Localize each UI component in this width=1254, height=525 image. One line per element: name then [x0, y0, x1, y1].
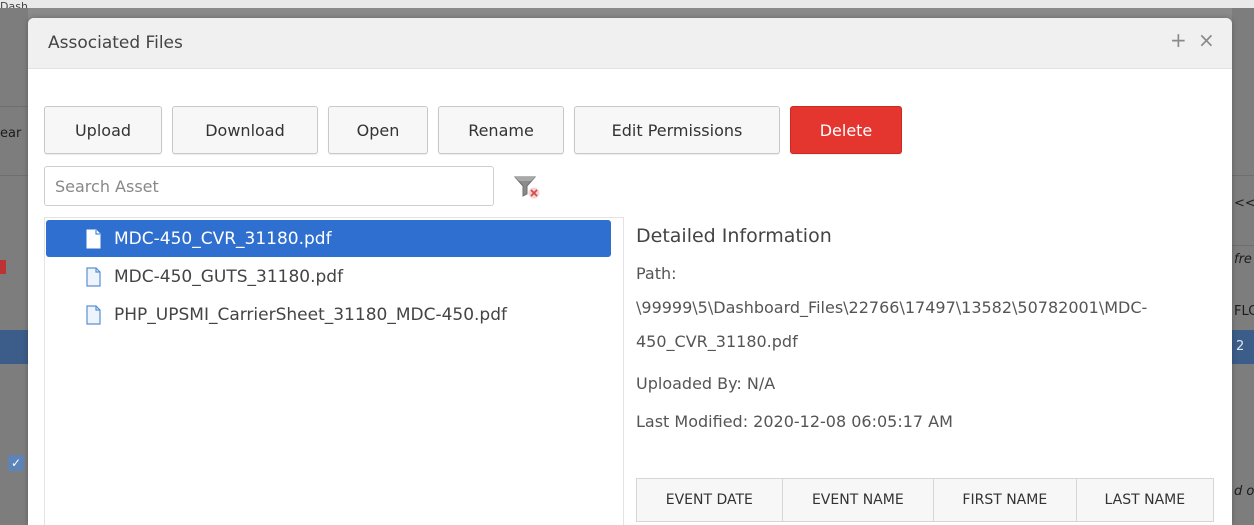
file-list-item[interactable]: PHP_UPSMI_CarrierSheet_31180_MDC-450.pdf: [46, 296, 611, 333]
delete-button[interactable]: Delete: [790, 106, 902, 154]
background-divider: [1232, 245, 1254, 246]
filter-clear-icon[interactable]: [512, 174, 542, 200]
rename-button[interactable]: Rename: [438, 106, 564, 154]
column-header-first-name[interactable]: FIRST NAME: [932, 478, 1077, 522]
background-text-fragment: ear: [0, 126, 22, 141]
file-list: MDC-450_CVR_31180.pdf MDC-450_GUTS_31180…: [44, 217, 624, 525]
column-header-event-name[interactable]: EVENT NAME: [781, 478, 934, 522]
document-icon: [86, 229, 101, 248]
download-button[interactable]: Download: [172, 106, 318, 154]
events-table: EVENT DATE EVENT NAME FIRST NAME LAST NA…: [636, 478, 1215, 522]
background-text-fragment: 2: [1236, 339, 1245, 354]
background-divider: [1232, 175, 1254, 176]
background-checkbox: ✓: [8, 455, 24, 471]
edit-permissions-button[interactable]: Edit Permissions: [574, 106, 780, 154]
column-header-event-date[interactable]: EVENT DATE: [636, 478, 783, 522]
last-modified: Last Modified: 2020-12-08 06:05:17 AM: [636, 412, 953, 431]
file-list-item[interactable]: MDC-450_GUTS_31180.pdf: [46, 258, 611, 295]
file-name: MDC-450_CVR_31180.pdf: [114, 228, 332, 249]
open-button[interactable]: Open: [328, 106, 428, 154]
background-app-top: [0, 0, 1254, 8]
maximize-icon[interactable]: +: [1170, 28, 1187, 52]
search-asset-input[interactable]: [44, 166, 494, 206]
background-selected-row: [0, 330, 28, 364]
file-name: MDC-450_GUTS_31180.pdf: [114, 266, 344, 287]
background-red-marker: [0, 260, 6, 274]
background-divider: [0, 106, 28, 107]
upload-button[interactable]: Upload: [44, 106, 162, 154]
file-name: PHP_UPSMI_CarrierSheet_31180_MDC-450.pdf: [114, 304, 508, 325]
background-text-fragment: <<: [1234, 196, 1254, 211]
uploaded-by: Uploaded By: N/A: [636, 374, 776, 393]
document-icon: [86, 304, 101, 325]
path-value: \99999\5\Dashboard_Files\22766\17497\135…: [636, 298, 1148, 317]
background-divider: [0, 175, 28, 176]
dialog-header: Associated Files + ×: [28, 18, 1232, 69]
document-icon: [86, 266, 101, 287]
column-header-last-name[interactable]: LAST NAME: [1075, 478, 1215, 522]
background-text-fragment: d o: [1234, 484, 1254, 499]
path-value-continued: 450_CVR_31180.pdf: [636, 332, 798, 351]
path-label: Path:: [636, 264, 677, 283]
background-text-fragment: fre: [1234, 252, 1252, 267]
background-text-fragment: FLO: [1234, 304, 1254, 319]
file-list-item[interactable]: MDC-450_CVR_31180.pdf: [46, 220, 611, 257]
close-icon[interactable]: ×: [1198, 28, 1215, 52]
dialog-title: Associated Files: [48, 33, 183, 53]
details-title: Detailed Information: [636, 225, 832, 247]
associated-files-dialog: Associated Files + × Upload Download Ope…: [28, 18, 1232, 525]
